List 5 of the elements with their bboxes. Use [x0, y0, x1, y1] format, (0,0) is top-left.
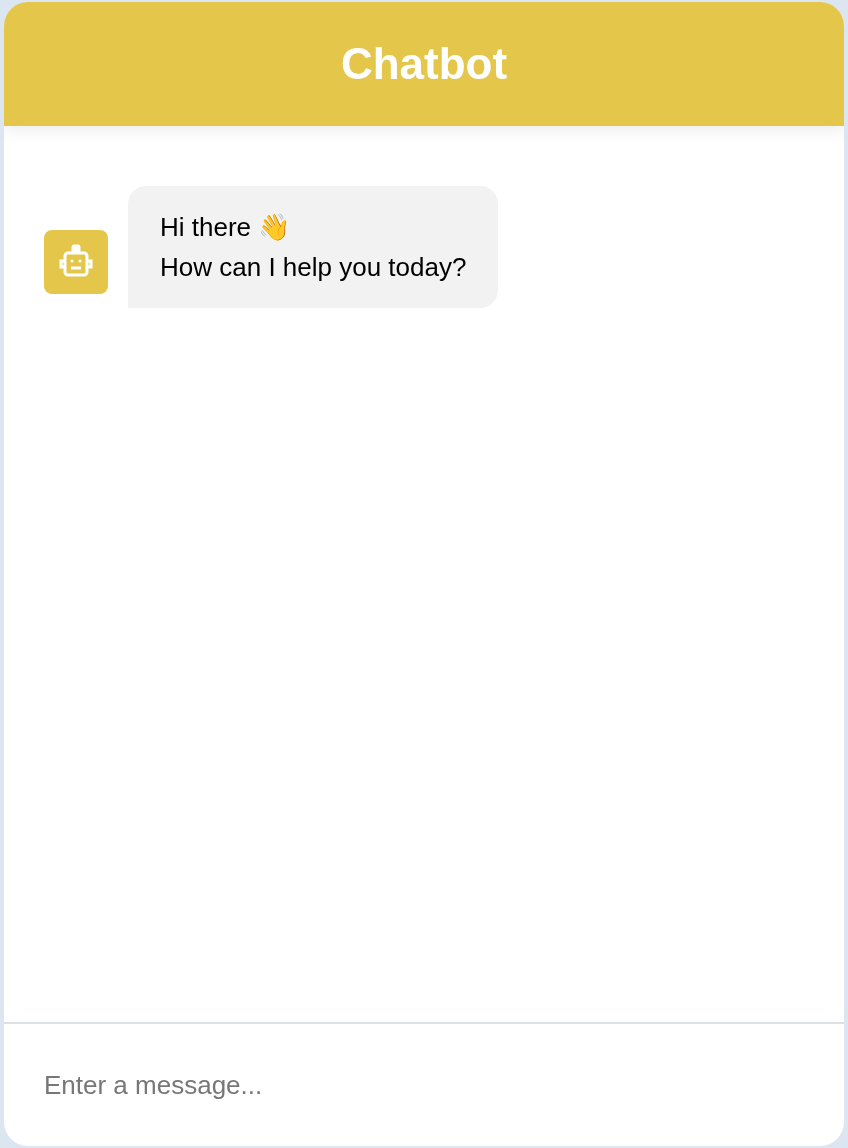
message-input[interactable]: Enter a message... — [44, 1065, 804, 1105]
chat-title: Chatbot — [340, 38, 508, 90]
message-text: How can I help you today? — [160, 251, 467, 284]
robot-avatar-icon — [44, 230, 108, 294]
message-text: Hi there 👋 — [160, 211, 292, 244]
